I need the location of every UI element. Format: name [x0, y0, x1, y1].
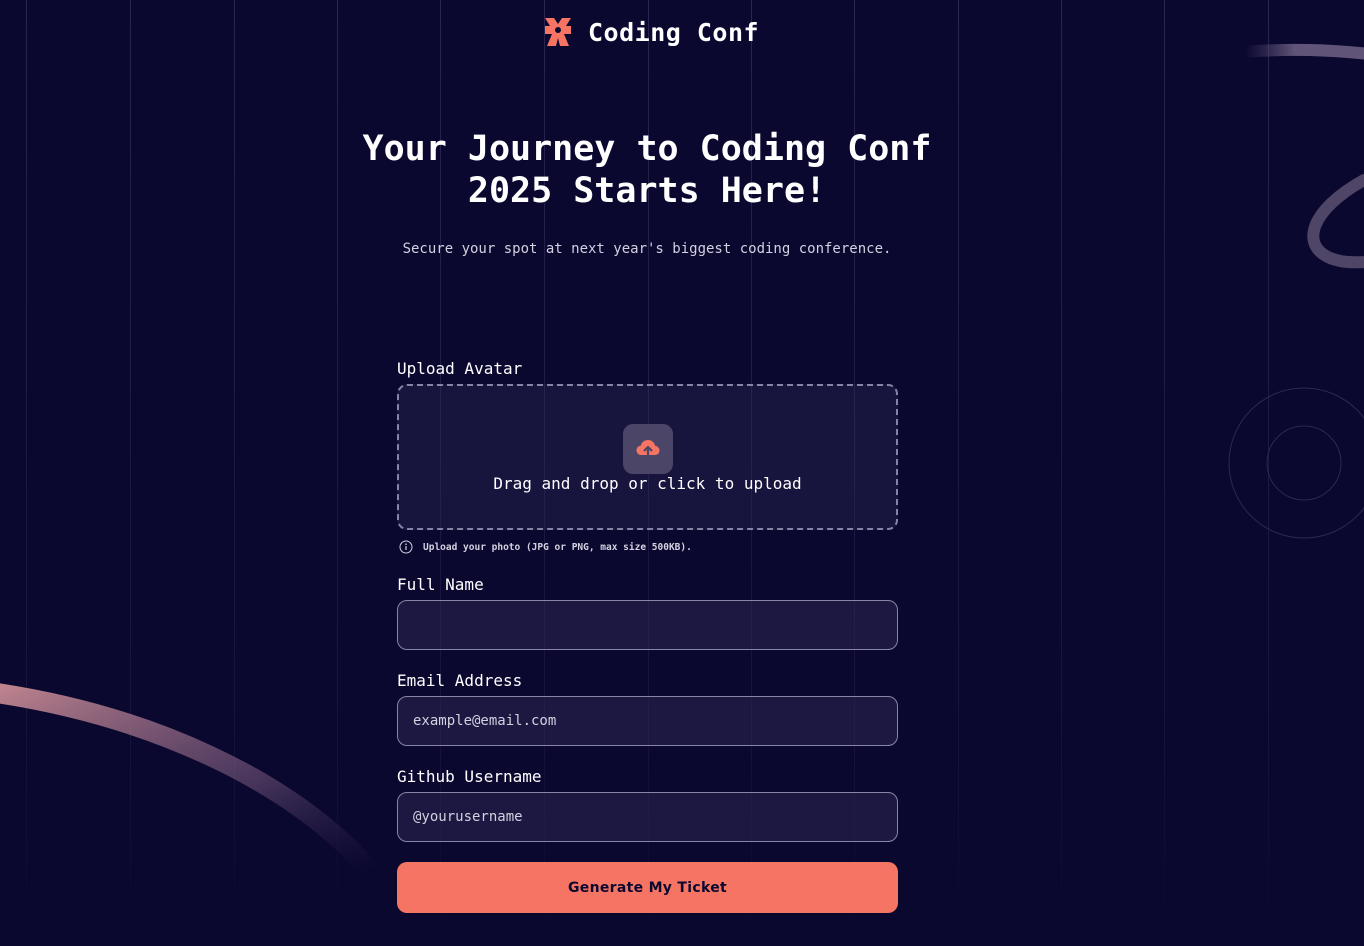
brand-name: Coding Conf [588, 17, 760, 47]
coding-conf-logo-icon [545, 18, 571, 46]
full-name-input[interactable] [397, 600, 898, 650]
avatar-dropzone[interactable]: Drag and drop or click to upload [397, 384, 898, 530]
full-name-label: Full Name [397, 575, 484, 594]
github-username-input[interactable] [397, 792, 898, 842]
dropzone-text: Drag and drop or click to upload [493, 474, 802, 493]
avatar-hint: Upload your photo (JPG or PNG, max size … [397, 540, 898, 554]
cloud-upload-icon [636, 440, 660, 459]
email-label: Email Address [397, 671, 523, 690]
ticket-form: Upload Avatar Drag and drop or click to … [397, 358, 898, 913]
outer-circle [1228, 387, 1364, 539]
info-icon [399, 540, 413, 554]
top-right-arc [1239, 43, 1364, 60]
avatar-label: Upload Avatar [397, 359, 523, 378]
bottom-left-arc [0, 683, 380, 880]
page-subtitle: Secure your spot at next year's biggest … [402, 241, 892, 257]
upload-icon-button[interactable] [623, 424, 673, 474]
page-title: Your Journey to Coding Conf 2025 Starts … [332, 128, 962, 212]
inner-circle [1266, 425, 1342, 501]
email-field-group: Email Address [397, 670, 898, 746]
generate-ticket-button[interactable]: Generate My Ticket [397, 862, 898, 913]
page-title-line-2: 2025 Starts Here! [467, 171, 827, 211]
right-squiggle [1307, 174, 1364, 269]
page-title-line-1: Your Journey to Coding Conf [362, 129, 932, 169]
brand-logo[interactable]: Coding Conf [542, 16, 759, 48]
github-field-group: Github Username [397, 766, 898, 842]
avatar-hint-text: Upload your photo (JPG or PNG, max size … [423, 541, 692, 553]
github-label: Github Username [397, 767, 542, 786]
email-input[interactable] [397, 696, 898, 746]
full-name-field-group: Full Name [397, 574, 898, 650]
